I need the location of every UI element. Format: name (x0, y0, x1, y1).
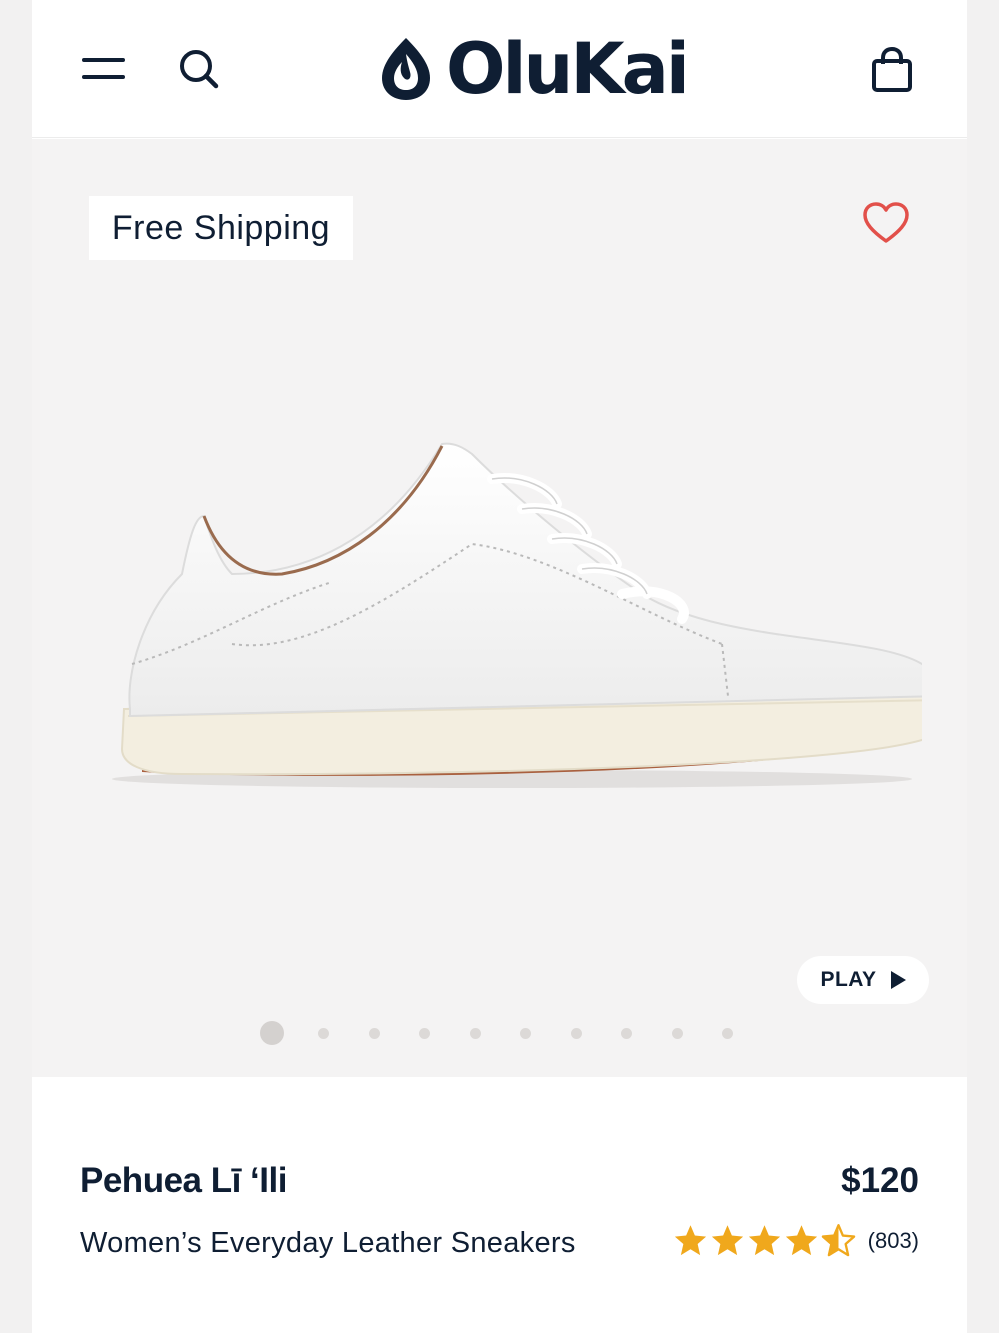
star-full-icon (748, 1225, 780, 1256)
carousel-pagination (260, 1021, 773, 1045)
star-full-icon (785, 1225, 817, 1256)
star-rating (673, 1223, 856, 1258)
product-subtitle: Women’s Everyday Leather Sneakers (80, 1227, 576, 1259)
olukai-logo[interactable]: OluKai (380, 30, 710, 108)
olukai-drop-logo-icon (382, 38, 430, 100)
product-image-gallery[interactable]: Free Shipping PLAY (32, 139, 967, 1077)
play-triangle-icon (890, 971, 906, 989)
carousel-dot-5[interactable] (469, 1027, 481, 1039)
star-full-icon (674, 1225, 706, 1256)
play-video-button[interactable]: PLAY (797, 956, 929, 1004)
carousel-dot-9[interactable] (671, 1027, 683, 1039)
carousel-dot-7[interactable] (570, 1027, 582, 1039)
hamburger-menu-icon[interactable] (82, 56, 126, 82)
product-rating[interactable]: (803) (673, 1223, 919, 1258)
carousel-dot-3[interactable] (368, 1027, 380, 1039)
site-header: OluKai (32, 0, 967, 138)
carousel-dot-1[interactable] (260, 1021, 284, 1045)
review-count: (803) (867, 1227, 919, 1253)
play-label: PLAY (820, 968, 877, 991)
product-info: Pehuea Lī ‘Ili $120 Women’s Everyday Lea… (32, 1077, 967, 1333)
logo-wordmark: OluKai (446, 28, 690, 110)
product-price: $120 (841, 1161, 919, 1200)
carousel-dot-4[interactable] (419, 1027, 430, 1039)
star-full-icon (711, 1225, 743, 1256)
star-half-icon (821, 1224, 855, 1257)
product-image-white-sneaker (112, 442, 922, 788)
carousel-dot-8[interactable] (621, 1027, 632, 1039)
page: OluKai Free Shipping PLAY Pehuea Lī ‘Ili… (32, 0, 967, 1333)
carousel-dot-10[interactable] (722, 1027, 733, 1039)
shopping-bag-icon[interactable] (870, 46, 914, 94)
search-icon[interactable] (178, 48, 220, 90)
carousel-dot-2[interactable] (318, 1027, 329, 1039)
carousel-dot-6[interactable] (520, 1027, 531, 1039)
heart-outline-icon[interactable] (862, 201, 910, 245)
product-name: Pehuea Lī ‘Ili (80, 1161, 287, 1200)
free-shipping-badge: Free Shipping (89, 196, 353, 260)
